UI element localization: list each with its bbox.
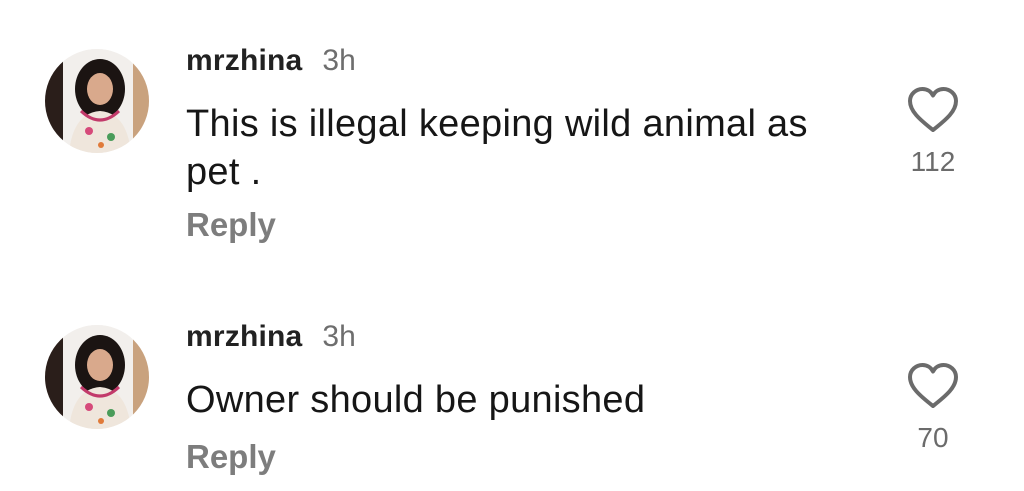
timestamp: 3h: [322, 44, 356, 77]
avatar-photo: [45, 325, 149, 429]
like-group: 112: [898, 86, 968, 178]
avatar-photo: [45, 49, 149, 153]
comment-text: This is illegal keeping wild animal as p…: [186, 103, 808, 193]
like-group: 70: [898, 362, 968, 454]
reply-button[interactable]: Reply: [186, 438, 276, 476]
timestamp: 3h: [322, 320, 356, 353]
comment-text: Owner should be punished: [186, 379, 646, 421]
reply-button[interactable]: Reply: [186, 206, 276, 244]
comment-item: mrzhina 3h Owner should be punished Repl…: [0, 280, 1024, 491]
username[interactable]: mrzhina: [186, 44, 302, 78]
username[interactable]: mrzhina: [186, 320, 302, 354]
like-count: 112: [910, 146, 956, 177]
avatar[interactable]: [45, 325, 149, 429]
avatar[interactable]: [45, 49, 149, 153]
comment-header: mrzhina 3h: [186, 320, 356, 354]
heart-outline-icon[interactable]: [907, 362, 959, 410]
like-count: 70: [917, 422, 949, 453]
comment-header: mrzhina 3h: [186, 44, 356, 78]
heart-outline-icon[interactable]: [907, 86, 959, 134]
comment-list: mrzhina 3h This is illegal keeping wild …: [0, 0, 1024, 491]
comment-item: mrzhina 3h This is illegal keeping wild …: [0, 0, 1024, 270]
